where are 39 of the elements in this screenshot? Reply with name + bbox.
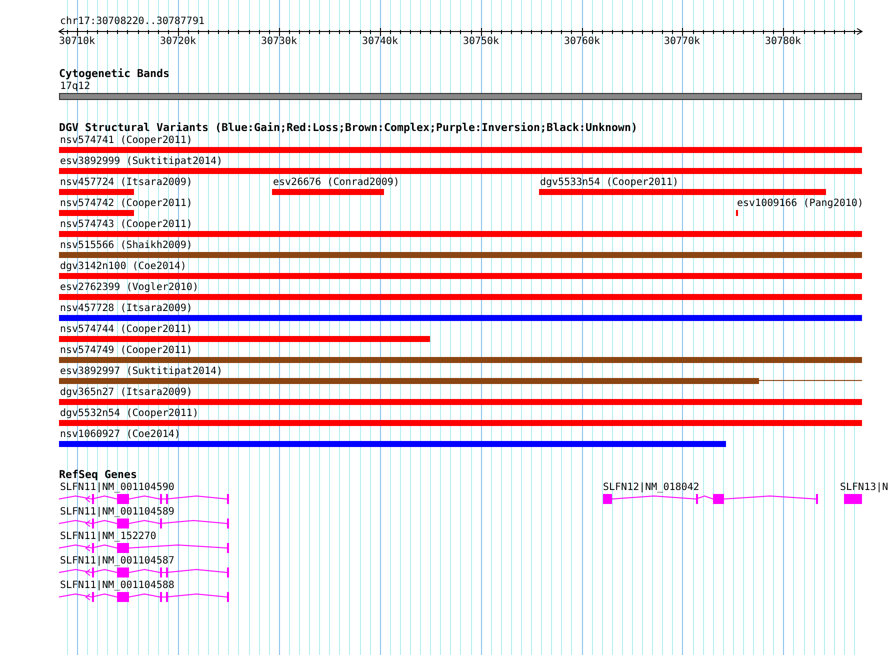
variant-label: nsv1060927 (Coe2014) (60, 429, 180, 440)
gene-label: SLFN11|NM_152270 (60, 531, 156, 542)
variant-label: nsv574743 (Cooper2011) (60, 219, 192, 230)
gene-label: SLFN12|NM_018042 (603, 482, 700, 493)
variant-label: esv3892999 (Suktitipat2014) (60, 156, 223, 167)
variant-label: nsv457724 (Itsara2009) (60, 177, 192, 188)
track-title: DGV Structural Variants (Blue:Gain;Red:Loss;Brown:Complex;Purple:Inversion;Black:Unknown) (59, 121, 638, 134)
region-label: chr17:30708220..30787791 (60, 16, 204, 27)
variant-label: nsv574741 (Cooper2011) (60, 135, 192, 146)
variant-label: esv3892997 (Suktitipat2014) (60, 366, 223, 377)
gene-label: SLFN11|NM_001104587 (60, 556, 174, 566)
variant-label: dgv5532n54 (Cooper2011) (60, 408, 198, 419)
gene-label: SLFN11|NM_001104590 (60, 482, 174, 493)
tick-label: 30770k (664, 36, 700, 47)
tick-label: 30720k (160, 36, 196, 47)
track-title: Cytogenetic Bands (59, 67, 170, 80)
variant-label: nsv574749 (Cooper2011) (60, 345, 192, 356)
variant-label: dgv365n27 (Itsara2009) (60, 387, 192, 398)
variant-label: esv1009166 (Pang2010) (737, 198, 864, 209)
variant-label: dgv3142n100 (Coe2014) (60, 261, 186, 272)
tick-label: 30710k (58, 36, 96, 47)
variant-label: esv2762399 (Vogler2010) (60, 282, 198, 293)
variant-label: nsv515566 (Shaikh2009) (60, 240, 192, 251)
gene-label: SLFN11|NM_001104588 (60, 580, 174, 591)
tick-label: 30750k (462, 36, 500, 47)
variant-label: esv26676 (Conrad2009) (273, 177, 400, 188)
gene-label: SLFN13|N (840, 482, 888, 493)
gene-drawing (844, 494, 862, 504)
variant-label: dgv5533n54 (Cooper2011) (540, 177, 678, 188)
variant-label: nsv574742 (Cooper2011) (60, 198, 192, 209)
variant-label: nsv457728 (Itsara2009) (60, 303, 192, 314)
tick-label: 30780k (764, 36, 802, 47)
track-title: RefSeq Genes (59, 468, 138, 481)
tick-label: 30740k (362, 36, 398, 47)
variant-label: nsv574744 (Cooper2011) (60, 324, 192, 335)
tick-label: 30730k (260, 36, 298, 47)
gene-label: SLFN11|NM_001104589 (60, 506, 174, 518)
tick-label: 30760k (564, 36, 600, 47)
band-label: 17q12 (60, 81, 90, 92)
